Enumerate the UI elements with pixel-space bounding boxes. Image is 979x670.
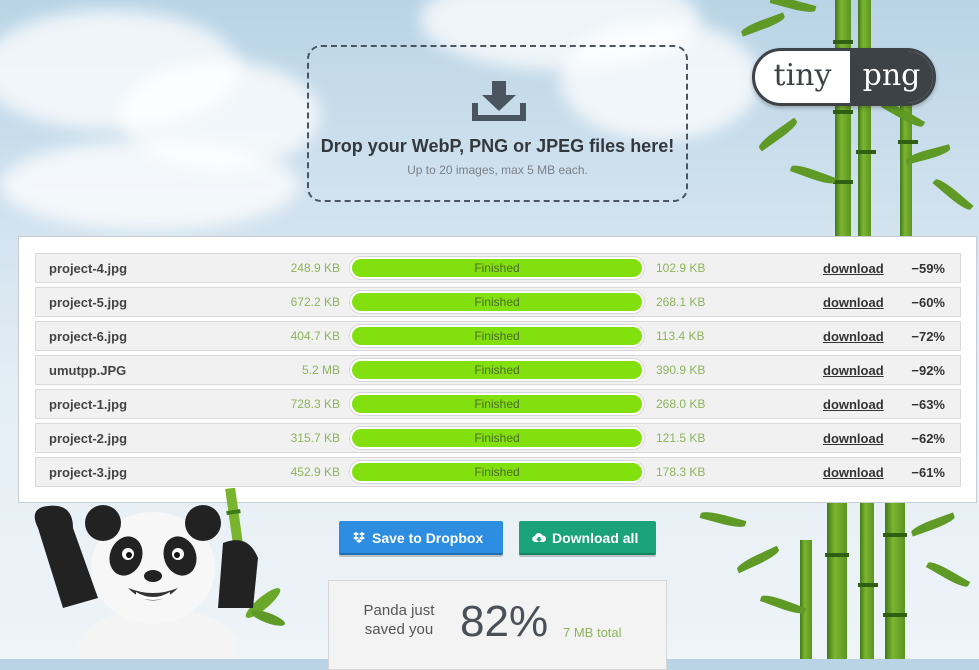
compressed-size: 102.9 KB xyxy=(656,261,706,275)
saving-percent: −61% xyxy=(911,465,945,480)
original-size: 452.9 KB xyxy=(290,465,340,479)
download-link[interactable]: download xyxy=(823,329,884,344)
download-link[interactable]: download xyxy=(823,397,884,412)
compressed-size: 121.5 KB xyxy=(656,431,706,445)
file-row: project-3.jpg 452.9 KB Finished 178.3 KB dow… xyxy=(35,457,961,487)
file-name: project-3.jpg xyxy=(49,465,128,480)
progress-fill: Finished xyxy=(352,429,642,447)
original-size: 672.2 KB xyxy=(290,295,340,309)
original-size: 5.2 MB xyxy=(301,363,340,377)
download-all-label: Download all xyxy=(552,530,639,546)
compressed-size: 390.9 KB xyxy=(656,363,706,377)
saving-percent: −63% xyxy=(911,397,945,412)
saving-percent: −92% xyxy=(911,363,945,378)
original-size: 248.9 KB xyxy=(290,261,340,275)
download-link[interactable]: download xyxy=(823,465,884,480)
tray-download-icon xyxy=(472,81,526,121)
file-row: project-5.jpg 672.2 KB Finished 268.1 KB dow… xyxy=(35,287,961,317)
compressed-size: 113.4 KB xyxy=(656,329,705,343)
download-all-button[interactable]: Download all xyxy=(519,521,656,555)
file-name: project-2.jpg xyxy=(49,431,128,446)
save-to-dropbox-button[interactable]: Save to Dropbox xyxy=(339,521,503,555)
progress-bar: Finished xyxy=(349,426,645,450)
saving-percent: −62% xyxy=(911,431,945,446)
status-text: Finished xyxy=(474,397,520,411)
logo-text-png: png xyxy=(850,51,933,103)
file-row: umutpp.JPG 5.2 MB Finished 390.9 KB download… xyxy=(35,355,961,385)
dropbox-icon xyxy=(353,532,365,543)
dropbox-button-label: Save to Dropbox xyxy=(372,530,484,546)
results-panel: project-4.jpg 248.9 KB Finished 102.9 KB dow… xyxy=(18,236,977,503)
progress-bar: Finished xyxy=(349,392,645,416)
saving-percent: −60% xyxy=(911,295,945,310)
progress-fill: Finished xyxy=(352,259,642,277)
savings-label-line1: Panda just xyxy=(363,602,435,619)
file-row: project-2.jpg 315.7 KB Finished 121.5 KB dow… xyxy=(35,423,961,453)
dropzone-subtitle: Up to 20 images, max 5 MB each. xyxy=(407,163,588,177)
compressed-size: 178.3 KB xyxy=(656,465,706,479)
saving-percent: −59% xyxy=(911,261,945,276)
logo-text-tiny: tiny xyxy=(773,58,832,93)
download-link[interactable]: download xyxy=(823,295,884,310)
cloud xyxy=(0,140,300,230)
file-name: project-4.jpg xyxy=(49,261,128,276)
file-name: umutpp.JPG xyxy=(49,363,127,378)
progress-fill: Finished xyxy=(352,327,642,345)
progress-bar: Finished xyxy=(349,358,645,382)
status-text: Finished xyxy=(474,261,520,275)
progress-bar: Finished xyxy=(349,324,645,348)
file-name: project-5.jpg xyxy=(49,295,128,310)
compressed-size: 268.0 KB xyxy=(656,397,706,411)
download-link[interactable]: download xyxy=(823,363,884,378)
progress-bar: Finished xyxy=(349,290,645,314)
savings-percent: 82% xyxy=(460,597,549,646)
progress-fill: Finished xyxy=(352,395,642,413)
original-size: 404.7 KB xyxy=(290,329,340,343)
file-name: project-6.jpg xyxy=(49,329,128,344)
status-text: Finished xyxy=(474,329,520,343)
original-size: 315.7 KB xyxy=(290,431,340,445)
panda-mascot xyxy=(34,488,286,659)
savings-label: Panda just saved you xyxy=(349,601,449,639)
progress-bar: Finished xyxy=(349,460,645,484)
saving-percent: −72% xyxy=(911,329,945,344)
savings-total: 7 MB total xyxy=(563,625,622,640)
compressed-size: 268.1 KB xyxy=(656,295,706,309)
progress-fill: Finished xyxy=(352,361,642,379)
status-text: Finished xyxy=(474,465,520,479)
status-text: Finished xyxy=(474,295,520,309)
progress-bar: Finished xyxy=(349,256,645,280)
tinypng-logo[interactable]: tiny png xyxy=(752,48,936,106)
dropzone-title: Drop your WebP, PNG or JPEG files here! xyxy=(320,136,675,156)
file-row: project-6.jpg 404.7 KB Finished 113.4 KB dow… xyxy=(35,321,961,351)
file-row: project-4.jpg 248.9 KB Finished 102.9 KB dow… xyxy=(35,253,961,283)
upload-dropzone[interactable]: Drop your WebP, PNG or JPEG files here! … xyxy=(307,45,688,202)
download-link[interactable]: download xyxy=(823,261,884,276)
original-size: 728.3 KB xyxy=(290,397,340,411)
file-row: project-1.jpg 728.3 KB Finished 268.0 KB dow… xyxy=(35,389,961,419)
progress-fill: Finished xyxy=(352,463,642,481)
status-text: Finished xyxy=(474,431,520,445)
download-link[interactable]: download xyxy=(823,431,884,446)
savings-label-line2: saved you xyxy=(364,621,434,638)
file-name: project-1.jpg xyxy=(49,397,128,412)
savings-summary: Panda just saved you 82% 7 MB total xyxy=(328,580,667,670)
cloud-download-icon xyxy=(532,533,546,543)
progress-fill: Finished xyxy=(352,293,642,311)
status-text: Finished xyxy=(474,363,520,377)
